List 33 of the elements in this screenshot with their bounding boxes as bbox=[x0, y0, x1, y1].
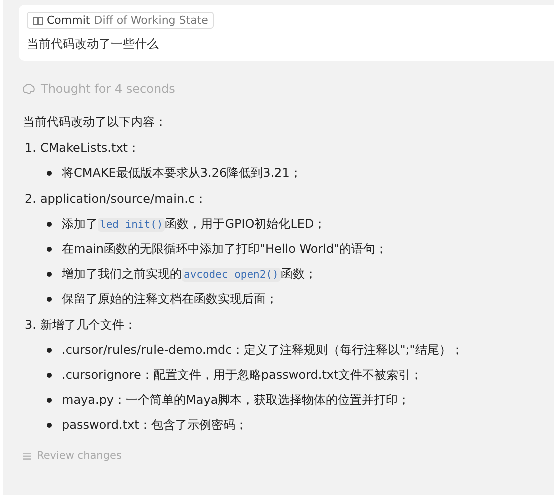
commit-tag[interactable]: Commit Diff of Working State bbox=[27, 12, 214, 29]
tag-detail: Diff of Working State bbox=[94, 14, 208, 27]
bullet-icon bbox=[47, 398, 52, 403]
bullet-text: .cursor/rules/rule-demo.mdc：定义了注释规则（每行注释以";"结尾）； bbox=[62, 342, 464, 359]
bullet-text: 在main函数的无限循环中添加了打印"Hello World"的语句； bbox=[62, 241, 388, 258]
thought-label[interactable]: Thought for 4 seconds bbox=[41, 82, 176, 96]
section-title: 新增了几个文件： bbox=[40, 316, 136, 334]
bullet-icon bbox=[47, 297, 52, 302]
bullet-text: .cursorignore：配置文件，用于忽略password.txt文件不被索引； bbox=[62, 367, 423, 384]
bullet-icon bbox=[47, 373, 52, 378]
bullet-text: 增加了我们之前实现的 avcodec_open2() 函数； bbox=[62, 266, 317, 283]
bullet-icon bbox=[47, 272, 52, 277]
bullet-text: 添加了 led_init() 函数，用于GPIO初始化LED； bbox=[62, 216, 326, 233]
bullet-icon bbox=[47, 171, 52, 176]
list-icon bbox=[23, 452, 31, 460]
bullet-icon bbox=[47, 247, 52, 252]
review-changes-link[interactable]: Review changes bbox=[37, 450, 122, 462]
list-number: 3. bbox=[25, 318, 36, 332]
bullet-text: 将CMAKE最低版本要求从3.26降低到3.21； bbox=[62, 165, 302, 182]
commit-icon bbox=[33, 16, 43, 24]
intro-text: 当前代码改动了以下内容： bbox=[23, 114, 167, 130]
section-title: application/source/main.c： bbox=[40, 190, 207, 208]
bullet-text: maya.py：一个简单的Maya脚本，获取选择物体的位置并打印； bbox=[62, 392, 410, 409]
list-number: 2. bbox=[25, 192, 36, 206]
bullet-icon bbox=[47, 423, 52, 428]
bullet-text: password.txt：包含了示例密码； bbox=[62, 417, 248, 434]
prompt-message: 当前代码改动了一些什么 bbox=[27, 36, 159, 53]
bullet-text: 保留了原始的注释文档在函数实现后面； bbox=[62, 291, 278, 308]
section-title: CMakeLists.txt： bbox=[40, 140, 140, 156]
bullet-icon bbox=[47, 348, 52, 353]
tag-label: Commit bbox=[47, 14, 90, 27]
bullet-icon bbox=[47, 222, 52, 227]
list-number: 1. bbox=[25, 141, 36, 155]
